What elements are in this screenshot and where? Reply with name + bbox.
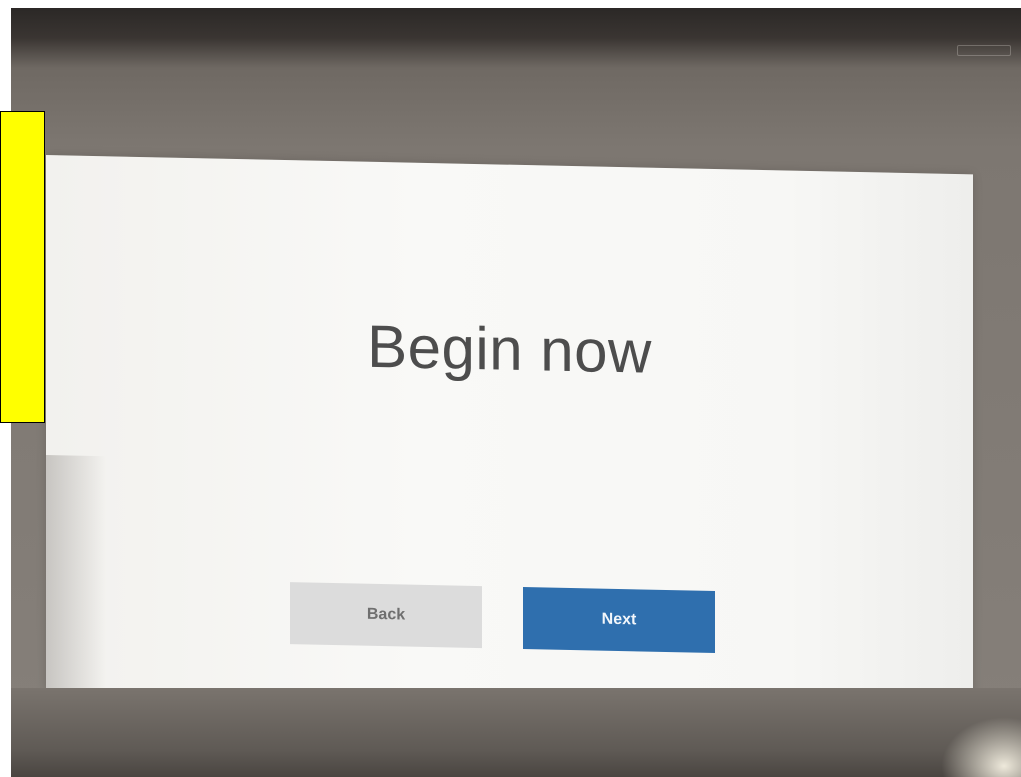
back-button[interactable]: Back <box>290 582 482 649</box>
tablet-screen: Begin now Back Next <box>46 155 973 710</box>
page-title: Begin now <box>367 312 652 386</box>
battery-icon <box>957 45 1011 56</box>
device-photo: Begin now Back Next <box>11 8 1021 777</box>
status-bar <box>11 44 1021 60</box>
next-button[interactable]: Next <box>523 586 715 654</box>
device-bezel-bottom <box>11 688 1021 777</box>
screen-reflection <box>46 455 106 692</box>
highlight-box <box>0 111 45 423</box>
light-glare <box>941 717 1021 777</box>
